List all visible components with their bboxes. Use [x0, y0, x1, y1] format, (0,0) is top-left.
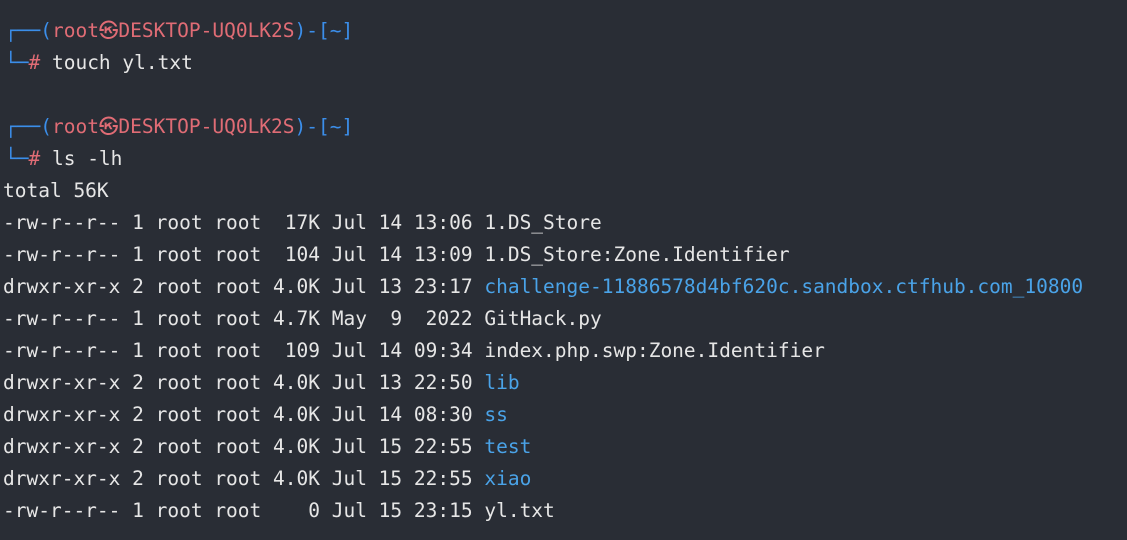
- listing-row: drwxr-xr-x 2 root root 4.0K Jul 14 08:30…: [3, 399, 508, 431]
- listing-total: total 56K: [3, 179, 109, 202]
- file-name: 1.DS_Store:Zone.Identifier: [484, 243, 790, 266]
- listing-row: -rw-r--r-- 1 root root 4.7K May 9 2022 G…: [3, 303, 602, 335]
- prompt-line: ┌──(root㉿DESKTOP-UQ0LK2S)-[~]: [5, 111, 353, 143]
- listing-row: -rw-r--r-- 1 root root 0 Jul 15 23:15 yl…: [3, 495, 555, 527]
- listing-row: drwxr-xr-x 2 root root 4.0K Jul 13 23:17…: [3, 271, 1083, 303]
- directory-name: ss: [484, 403, 508, 426]
- directory-name: challenge-11886578d4bf620c.sandbox.ctfhu…: [484, 275, 1084, 298]
- file-meta: -rw-r--r-- 1 root root 109 Jul 14 09:34: [3, 339, 485, 362]
- prompt-hash: #: [28, 147, 41, 170]
- prompt-corner-top: ┌──(: [5, 115, 52, 138]
- command-text: ls -lh: [40, 147, 123, 170]
- prompt-bracket-end: ]: [341, 19, 354, 42]
- prompt-separator: )-[: [294, 115, 330, 138]
- file-meta: -rw-r--r-- 1 root root 0 Jul 15 23:15: [3, 499, 485, 522]
- file-meta: drwxr-xr-x 2 root root 4.0K Jul 13 23:17: [3, 275, 485, 298]
- listing-row: drwxr-xr-x 2 root root 4.0K Jul 15 22:55…: [3, 431, 531, 463]
- prompt-user-host: root㉿DESKTOP-UQ0LK2S: [51, 115, 295, 138]
- file-meta: drwxr-xr-x 2 root root 4.0K Jul 15 22:55: [3, 435, 485, 458]
- file-meta: -rw-r--r-- 1 root root 4.7K May 9 2022: [3, 307, 485, 330]
- prompt-user-host: root㉿DESKTOP-UQ0LK2S: [51, 19, 295, 42]
- directory-name: lib: [484, 371, 520, 394]
- listing-row: -rw-r--r-- 1 root root 17K Jul 14 13:06 …: [3, 207, 602, 239]
- file-name: yl.txt: [484, 499, 555, 522]
- prompt-cwd: ~: [329, 115, 342, 138]
- prompt-line: ┌──(root㉿DESKTOP-UQ0LK2S)-[~]: [5, 15, 353, 47]
- file-meta: drwxr-xr-x 2 root root 4.0K Jul 14 08:30: [3, 403, 485, 426]
- prompt-corner-bottom: └─: [5, 51, 29, 74]
- command-text: touch yl.txt: [40, 51, 193, 74]
- file-name: GitHack.py: [484, 307, 602, 330]
- directory-name: xiao: [484, 467, 532, 490]
- listing-row: -rw-r--r-- 1 root root 104 Jul 14 13:09 …: [3, 239, 790, 271]
- prompt-cwd: ~: [329, 19, 342, 42]
- file-name: 1.DS_Store: [484, 211, 602, 234]
- prompt-hash: #: [28, 51, 41, 74]
- listing-row: -rw-r--r-- 1 root root 109 Jul 14 09:34 …: [3, 335, 825, 367]
- file-meta: -rw-r--r-- 1 root root 17K Jul 14 13:06: [3, 211, 485, 234]
- file-meta: drwxr-xr-x 2 root root 4.0K Jul 15 22:55: [3, 467, 485, 490]
- listing-row: drwxr-xr-x 2 root root 4.0K Jul 15 22:55…: [3, 463, 531, 495]
- prompt-corner-top: ┌──(: [5, 19, 52, 42]
- prompt-corner-bottom: └─: [5, 147, 29, 170]
- listing-row: drwxr-xr-x 2 root root 4.0K Jul 13 22:50…: [3, 367, 520, 399]
- terminal-window[interactable]: ┌──(root㉿DESKTOP-UQ0LK2S)-[~] └─# touch …: [0, 0, 1127, 540]
- file-meta: drwxr-xr-x 2 root root 4.0K Jul 13 22:50: [3, 371, 485, 394]
- prompt-bracket-end: ]: [341, 115, 354, 138]
- command-line: └─# touch yl.txt: [5, 47, 193, 79]
- prompt-separator: )-[: [294, 19, 330, 42]
- command-line: └─# ls -lh: [5, 143, 122, 175]
- file-meta: -rw-r--r-- 1 root root 104 Jul 14 13:09: [3, 243, 485, 266]
- directory-name: test: [484, 435, 532, 458]
- file-name: index.php.swp:Zone.Identifier: [484, 339, 825, 362]
